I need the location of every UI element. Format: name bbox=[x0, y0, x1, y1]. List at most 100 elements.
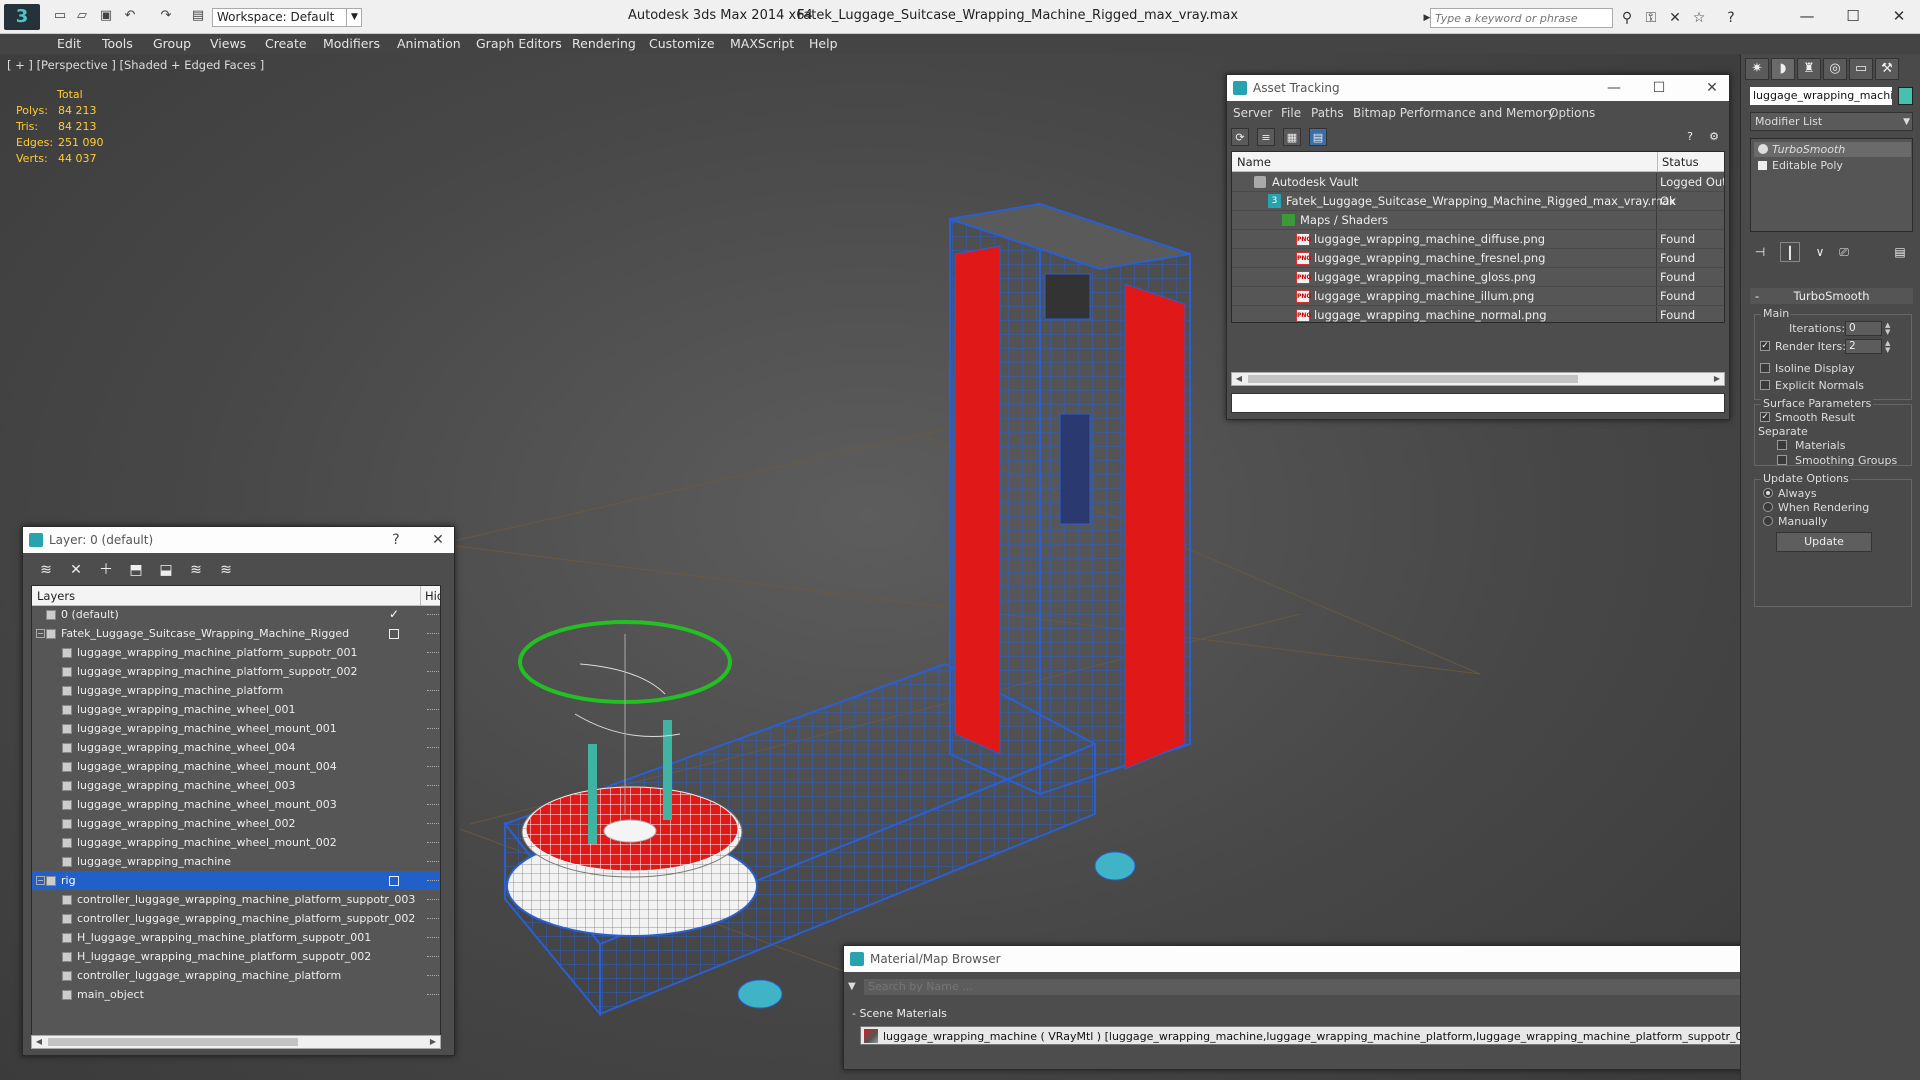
menu-rendering[interactable]: Rendering bbox=[572, 36, 636, 51]
highlight-layer-icon[interactable]: ≋ bbox=[185, 559, 207, 581]
close-icon[interactable]: ✕ bbox=[1697, 75, 1727, 101]
light-bulb-icon[interactable] bbox=[1758, 144, 1768, 154]
redo-icon[interactable]: ↷ bbox=[158, 8, 174, 24]
layer-object-row[interactable]: controller_luggage_wrapping_machine_plat… bbox=[32, 890, 440, 909]
hierarchy-tab-icon[interactable]: ♜ bbox=[1797, 58, 1821, 80]
communication-icon[interactable]: ✕ bbox=[1666, 9, 1684, 27]
scroll-thumb[interactable] bbox=[1248, 375, 1578, 383]
update-button[interactable]: Update bbox=[1776, 532, 1872, 552]
workspace-selector[interactable]: Workspace: Default bbox=[212, 8, 362, 27]
hide-toggle[interactable] bbox=[427, 747, 439, 749]
menu-modifiers[interactable]: Modifiers bbox=[323, 36, 380, 51]
undo-icon[interactable]: ↶ bbox=[122, 8, 138, 24]
refresh-icon[interactable]: ⟳ bbox=[1231, 128, 1249, 146]
layer-row[interactable]: − Fatek_Luggage_Suitcase_Wrapping_Machine… bbox=[32, 624, 440, 643]
layer-row[interactable]: − rig bbox=[32, 871, 440, 890]
save-file-icon[interactable]: ▣ bbox=[98, 8, 114, 24]
asset-row[interactable]: Maps / Shaders bbox=[1232, 211, 1724, 230]
object-color-swatch[interactable] bbox=[1898, 87, 1913, 105]
layer-object-row[interactable]: luggage_wrapping_machine_platform bbox=[32, 681, 440, 700]
menu-tools[interactable]: Tools bbox=[102, 36, 133, 51]
table-view-icon[interactable]: ▤ bbox=[1309, 128, 1327, 146]
modifier-list-dropdown[interactable]: Modifier List ▼ bbox=[1750, 112, 1913, 131]
at-menu-options[interactable]: Options bbox=[1549, 106, 1595, 120]
hide-toggle[interactable] bbox=[427, 709, 439, 711]
collapse-icon[interactable]: − bbox=[36, 876, 45, 885]
hide-toggle[interactable] bbox=[427, 975, 439, 977]
hide-toggle[interactable] bbox=[427, 918, 439, 920]
update-when-rendering-radio[interactable] bbox=[1763, 502, 1773, 512]
asset-row[interactable]: PNG luggage_wrapping_machine_gloss.png Fou… bbox=[1232, 268, 1724, 287]
subscription-icon[interactable]: ⚿ bbox=[1642, 9, 1660, 27]
layer-object-row[interactable]: luggage_wrapping_machine_wheel_003 bbox=[32, 776, 440, 795]
separate-materials-checkbox[interactable] bbox=[1777, 440, 1787, 450]
hide-toggle[interactable] bbox=[427, 937, 439, 939]
update-manually-radio[interactable] bbox=[1763, 516, 1773, 526]
open-file-icon[interactable]: ▱ bbox=[74, 8, 90, 24]
hide-toggle[interactable] bbox=[427, 861, 439, 863]
hide-toggle[interactable] bbox=[427, 728, 439, 730]
pin-stack-icon[interactable]: ⊣ bbox=[1750, 242, 1770, 262]
update-always-radio[interactable] bbox=[1763, 488, 1773, 498]
hide-toggle[interactable] bbox=[427, 690, 439, 692]
layer-object-row[interactable]: luggage_wrapping_machine_platform_suppot… bbox=[32, 643, 440, 662]
remove-modifier-icon[interactable]: ⎚ bbox=[1834, 242, 1854, 262]
expand-icon[interactable] bbox=[1758, 161, 1767, 170]
menu-views[interactable]: Views bbox=[210, 36, 246, 51]
minimize-icon[interactable]: — bbox=[1599, 75, 1629, 101]
set-current-layer-box[interactable] bbox=[389, 629, 399, 639]
layer-object-row[interactable]: luggage_wrapping_machine_wheel_mount_001 bbox=[32, 719, 440, 738]
hide-toggle[interactable] bbox=[427, 842, 439, 844]
menu-graph-editors[interactable]: Graph Editors bbox=[476, 36, 562, 51]
close-icon[interactable]: ✕ bbox=[1884, 5, 1914, 27]
render-iters-spinner[interactable]: 2 bbox=[1845, 339, 1882, 354]
layer-object-row[interactable]: luggage_wrapping_machine_wheel_mount_002 bbox=[32, 833, 440, 852]
close-icon[interactable]: ✕ bbox=[423, 527, 453, 553]
at-menu-bitmap-performance[interactable]: Bitmap Performance and Memory bbox=[1353, 106, 1555, 120]
motion-tab-icon[interactable]: ◎ bbox=[1823, 58, 1847, 80]
asset-row[interactable]: PNG luggage_wrapping_machine_illum.png Fou… bbox=[1232, 287, 1724, 306]
layer-horizontal-scrollbar[interactable]: ◀ ▶ bbox=[31, 1035, 441, 1049]
hide-toggle[interactable] bbox=[427, 899, 439, 901]
menu-group[interactable]: Group bbox=[153, 36, 191, 51]
explicit-normals-checkbox[interactable] bbox=[1760, 380, 1770, 390]
thumbnail-view-icon[interactable]: ▦ bbox=[1283, 128, 1301, 146]
layer-object-row[interactable]: H_luggage_wrapping_machine_platform_supp… bbox=[32, 947, 440, 966]
help-icon[interactable]: ? bbox=[381, 527, 411, 553]
create-layer-icon[interactable]: ＋ bbox=[95, 559, 117, 581]
hide-toggle[interactable] bbox=[427, 956, 439, 958]
hide-toggle[interactable] bbox=[427, 614, 439, 616]
asset-row[interactable]: PNG luggage_wrapping_machine_diffuse.png F… bbox=[1232, 230, 1724, 249]
menu-maxscript[interactable]: MAXScript bbox=[730, 36, 794, 51]
layer-object-row[interactable]: controller_luggage_wrapping_machine_plat… bbox=[32, 966, 440, 985]
asset-path-field[interactable] bbox=[1231, 393, 1725, 413]
layer-object-row[interactable]: luggage_wrapping_machine_wheel_002 bbox=[32, 814, 440, 833]
hide-toggle[interactable] bbox=[427, 671, 439, 673]
iterations-spinner[interactable]: 0 bbox=[1845, 321, 1882, 336]
help-icon[interactable]: ? bbox=[1722, 9, 1740, 27]
isoline-display-checkbox[interactable] bbox=[1760, 363, 1770, 373]
layer-object-row[interactable]: luggage_wrapping_machine_wheel_mount_003 bbox=[32, 795, 440, 814]
object-name-field[interactable]: luggage_wrapping_machine_p bbox=[1750, 87, 1892, 105]
add-to-layer-icon[interactable]: ⬒ bbox=[125, 559, 147, 581]
minimize-icon[interactable]: — bbox=[1792, 5, 1822, 27]
project-folder-icon[interactable]: ▤ bbox=[190, 8, 206, 24]
workspace-dropdown-icon[interactable]: ▼ bbox=[346, 8, 362, 27]
menu-customize[interactable]: Customize bbox=[649, 36, 715, 51]
hide-toggle[interactable] bbox=[427, 652, 439, 654]
layer-object-row[interactable]: luggage_wrapping_machine_wheel_mount_004 bbox=[32, 757, 440, 776]
menu-help[interactable]: Help bbox=[809, 36, 838, 51]
menu-animation[interactable]: Animation bbox=[397, 36, 461, 51]
filter-dropdown-icon[interactable]: ▼ bbox=[848, 981, 860, 993]
hide-toggle[interactable] bbox=[427, 633, 439, 635]
at-menu-server[interactable]: Server bbox=[1233, 106, 1272, 120]
hide-toggle[interactable] bbox=[427, 994, 439, 996]
layer-object-row[interactable]: luggage_wrapping_machine_wheel_001 bbox=[32, 700, 440, 719]
menu-edit[interactable]: Edit bbox=[57, 36, 81, 51]
asset-row[interactable]: PNG luggage_wrapping_machine_fresnel.png F… bbox=[1232, 249, 1724, 268]
turbosmooth-rollout-header[interactable]: - TurboSmooth bbox=[1750, 288, 1913, 304]
delete-layer-icon[interactable]: ✕ bbox=[65, 559, 87, 581]
layer-tool-icon[interactable]: ≋ bbox=[35, 559, 57, 581]
separate-smoothing-groups-checkbox[interactable] bbox=[1777, 455, 1787, 465]
scroll-left-icon[interactable]: ◀ bbox=[1232, 373, 1246, 385]
